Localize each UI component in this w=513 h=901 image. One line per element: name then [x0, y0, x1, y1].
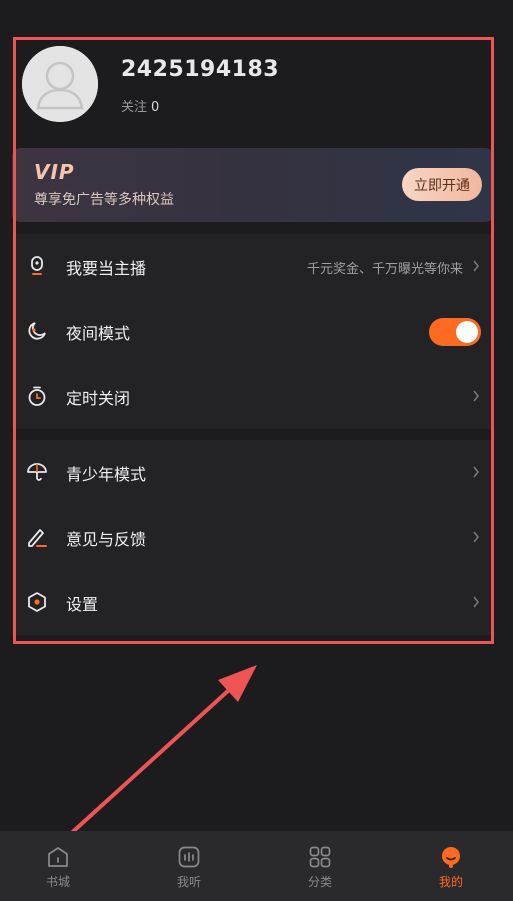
menu-item-become-anchor[interactable]: 我要当主播 千元奖金、千万曝光等你来 [12, 234, 493, 299]
hexagon-settings-icon [26, 591, 48, 613]
menu-item-settings[interactable]: 设置 [12, 570, 493, 635]
menu-label: 我要当主播 [66, 259, 147, 278]
vip-subtitle: 尊享免广告等多种权益 [34, 192, 174, 208]
follow-count[interactable]: 关注 0 [121, 96, 159, 115]
profile-header: 2425194183 关注 0 [0, 0, 513, 140]
avatar[interactable] [22, 46, 98, 122]
menu-label: 设置 [66, 595, 99, 614]
menu-label: 定时关闭 [66, 389, 131, 408]
tab-label: 我的 [438, 875, 463, 889]
tab-mine[interactable]: 我的 [387, 831, 513, 901]
username[interactable]: 2425194183 [121, 57, 279, 82]
menu-hint: 千元奖金、千万曝光等你来 [306, 262, 463, 277]
umbrella-icon [26, 461, 48, 483]
vip-banner[interactable]: VIP 尊享免广告等多种权益 立即开通 [12, 148, 493, 222]
listen-icon [177, 845, 201, 869]
bookstore-icon [46, 845, 70, 869]
default-avatar-icon [22, 46, 98, 122]
chevron-right-icon [473, 466, 480, 478]
menu-item-feedback[interactable]: 意见与反馈 [12, 505, 493, 570]
menu-item-night-mode: 夜间模式 [12, 299, 493, 364]
pen-icon [26, 526, 48, 548]
tab-label: 书城 [45, 875, 70, 889]
menu-label: 青少年模式 [66, 465, 147, 484]
timer-icon [26, 385, 48, 407]
chevron-right-icon [473, 596, 480, 608]
tab-label: 我听 [176, 875, 201, 889]
microphone-icon [26, 255, 48, 277]
follow-number: 0 [151, 100, 160, 115]
chevron-right-icon [473, 390, 480, 402]
menu-label: 夜间模式 [66, 324, 131, 343]
menu-label: 意见与反馈 [66, 530, 147, 549]
vip-logo: VIP [34, 160, 75, 184]
toggle-knob [456, 321, 478, 343]
tab-listen[interactable]: 我听 [125, 831, 253, 901]
moon-icon [26, 320, 48, 342]
chevron-right-icon [473, 260, 480, 272]
category-icon [308, 845, 332, 869]
tab-category[interactable]: 分类 [256, 831, 384, 901]
night-mode-toggle[interactable] [429, 318, 481, 346]
menu-item-teen-mode[interactable]: 青少年模式 [12, 440, 493, 505]
tab-bookstore[interactable]: 书城 [0, 831, 122, 901]
chevron-right-icon [473, 531, 480, 543]
menu-group-primary: 我要当主播 千元奖金、千万曝光等你来 夜间模式 定时关闭 [12, 234, 493, 429]
follow-label: 关注 [121, 100, 148, 115]
mine-icon [439, 845, 463, 869]
bottom-tab-bar: 书城 我听 分类 我的 [0, 831, 513, 901]
menu-item-sleep-timer[interactable]: 定时关闭 [12, 364, 493, 429]
menu-group-secondary: 青少年模式 意见与反馈 设置 [12, 440, 493, 635]
tab-label: 分类 [307, 875, 332, 889]
vip-open-button[interactable]: 立即开通 [402, 168, 482, 201]
